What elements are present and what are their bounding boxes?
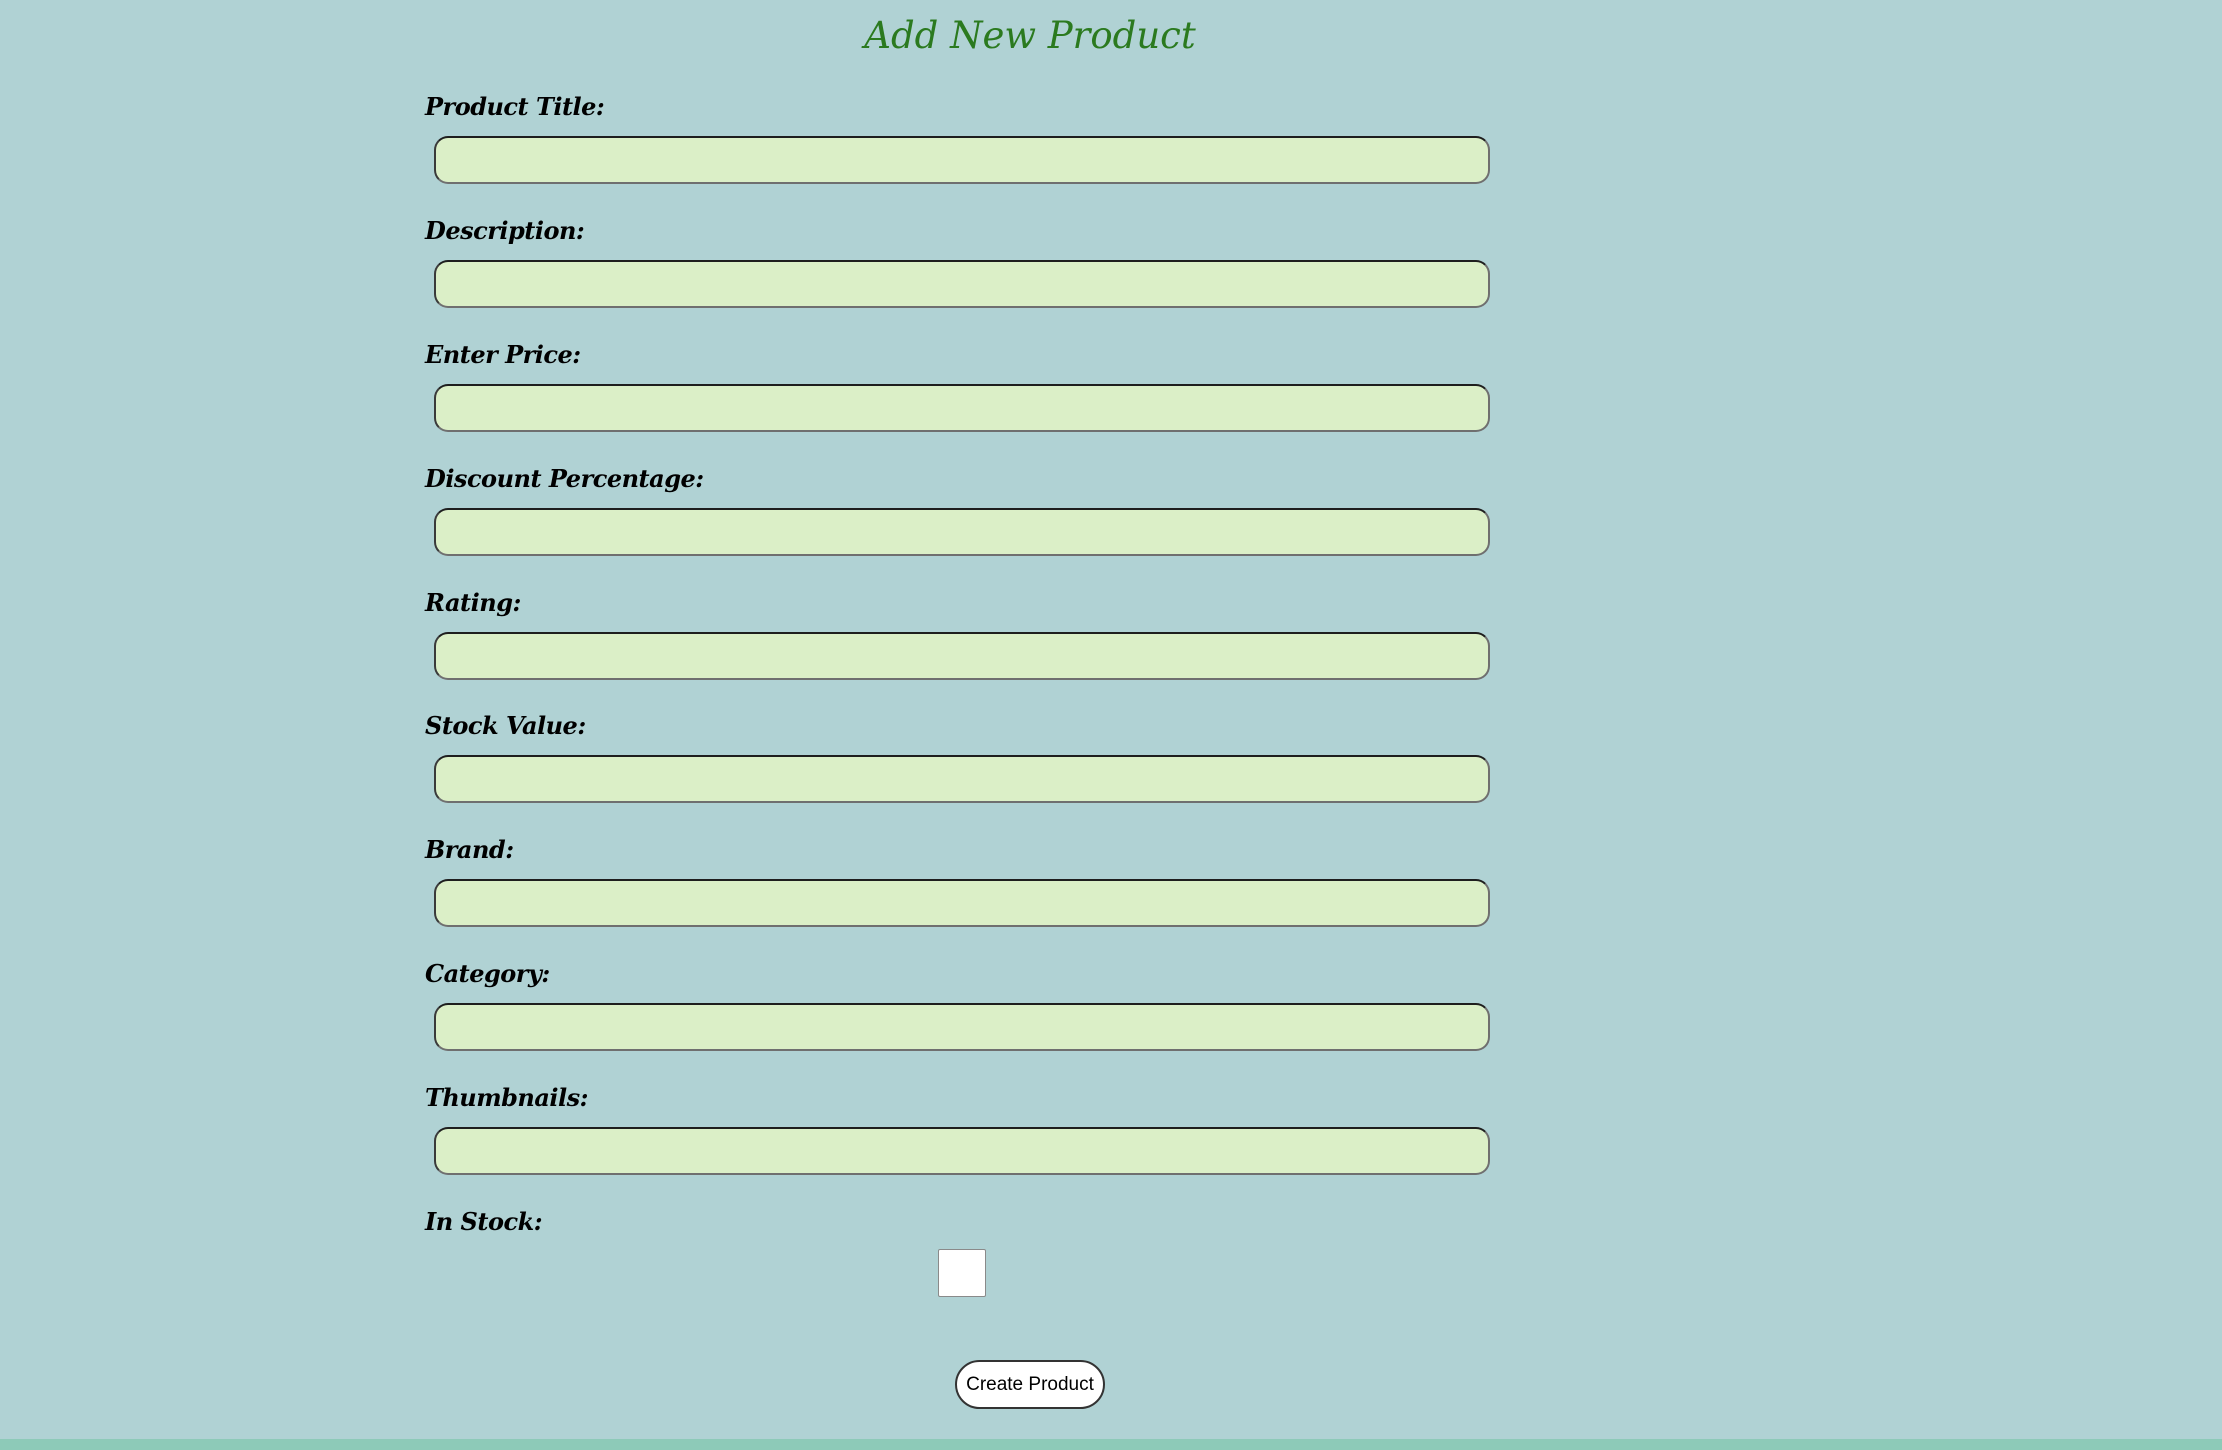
footer-bar	[0, 1439, 2222, 1450]
category-input[interactable]	[434, 1003, 1490, 1051]
product-title-label: Product Title:	[425, 92, 605, 121]
page-title: Add New Product	[864, 14, 1196, 57]
brand-input[interactable]	[434, 879, 1490, 927]
stock-value-label: Stock Value:	[425, 711, 586, 740]
rating-input[interactable]	[434, 632, 1490, 680]
brand-label: Brand:	[425, 835, 514, 864]
thumbnails-input[interactable]	[434, 1127, 1490, 1175]
discount-percentage-label: Discount Percentage:	[425, 464, 704, 493]
product-title-input[interactable]	[434, 136, 1490, 184]
description-label: Description:	[425, 216, 585, 245]
price-label: Enter Price:	[425, 340, 581, 369]
in-stock-label: In Stock:	[425, 1207, 543, 1236]
stock-value-input[interactable]	[434, 755, 1490, 803]
description-input[interactable]	[434, 260, 1490, 308]
in-stock-checkbox[interactable]	[938, 1249, 986, 1297]
create-product-button[interactable]: Create Product	[955, 1360, 1105, 1409]
discount-percentage-input[interactable]	[434, 508, 1490, 556]
thumbnails-label: Thumbnails:	[425, 1083, 589, 1112]
rating-label: Rating:	[425, 588, 521, 617]
price-input[interactable]	[434, 384, 1490, 432]
category-label: Category:	[425, 959, 550, 988]
